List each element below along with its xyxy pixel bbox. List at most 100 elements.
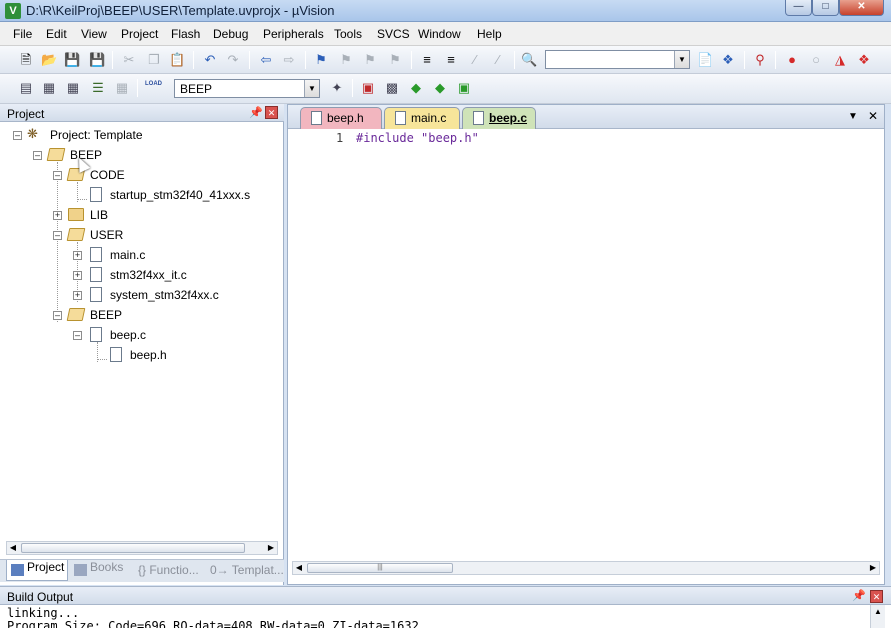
build-output-vertical-scrollbar[interactable]: ▲ xyxy=(870,605,885,628)
menu-debug[interactable]: Debug xyxy=(213,27,248,41)
menu-svcs[interactable]: SVCS xyxy=(377,27,410,41)
expand-icon[interactable]: + xyxy=(73,251,82,260)
code-editor[interactable]: 1 #include "beep.h" xyxy=(288,129,884,559)
disable-breakpoint-icon[interactable]: ○ xyxy=(808,52,824,68)
debug-session-icon[interactable]: ❖ xyxy=(720,52,736,68)
close-icon[interactable]: ✕ xyxy=(265,106,278,119)
chevron-down-icon[interactable]: ▼ xyxy=(304,80,319,97)
menu-flash[interactable]: Flash xyxy=(171,27,200,41)
collapse-icon[interactable]: – xyxy=(33,151,42,160)
copy-icon[interactable]: ❐ xyxy=(146,52,162,68)
manage-run-time-icon[interactable]: ◆ xyxy=(408,80,424,96)
pin-icon[interactable]: 📌 xyxy=(249,106,263,119)
target-select[interactable]: BEEP ▼ xyxy=(174,79,320,98)
tab-list-dropdown-icon[interactable]: ▼ xyxy=(848,111,858,122)
insert-breakpoint-icon[interactable]: ● xyxy=(784,52,800,68)
tree-node-file[interactable]: + main.c xyxy=(0,246,284,264)
batch-build-icon[interactable]: ☰ xyxy=(90,80,106,96)
tab-project[interactable]: Project xyxy=(6,560,68,581)
close-window-button[interactable]: ✕ xyxy=(839,0,884,16)
tab-functions[interactable]: {} Functio... xyxy=(134,560,206,581)
save-icon[interactable]: 💾 xyxy=(64,52,80,68)
menu-tools[interactable]: Tools xyxy=(334,27,362,41)
start-debug-icon[interactable]: ⚲ xyxy=(752,52,768,68)
paste-icon[interactable]: 📋 xyxy=(169,52,185,68)
tree-node-target[interactable]: – BEEP xyxy=(0,146,284,164)
disable-all-breakpoints-icon[interactable]: ◮ xyxy=(832,52,848,68)
tree-node-group[interactable]: – BEEP xyxy=(0,306,284,324)
collapse-icon[interactable]: – xyxy=(73,331,82,340)
collapse-icon[interactable]: – xyxy=(53,231,62,240)
tree-node-file[interactable]: beep.h xyxy=(0,346,284,364)
scroll-left-icon[interactable]: ◀ xyxy=(293,562,305,574)
prev-bookmark-icon[interactable]: ⚑ xyxy=(338,52,354,68)
build-icon[interactable]: ▦ xyxy=(41,80,57,96)
tree-node-group[interactable]: – CODE xyxy=(0,166,284,184)
scroll-thumb[interactable]: ||| xyxy=(307,563,453,573)
navigate-forward-icon[interactable]: ⇨ xyxy=(281,52,297,68)
tree-node-file[interactable]: + system_stm32f4xx.c xyxy=(0,286,284,304)
menu-help[interactable]: Help xyxy=(477,27,502,41)
tree-node-project[interactable]: – ❋ Project: Template xyxy=(0,126,284,144)
manage-multi-project-icon[interactable]: ▩ xyxy=(384,80,400,96)
collapse-icon[interactable]: – xyxy=(53,311,62,320)
tab-beep-c[interactable]: beep.c xyxy=(462,107,536,129)
scroll-left-icon[interactable]: ◀ xyxy=(7,542,19,554)
minimize-button[interactable]: — xyxy=(785,0,812,16)
kill-all-breakpoints-icon[interactable]: ❖ xyxy=(856,52,872,68)
incremental-find-icon[interactable]: 📄 xyxy=(697,52,713,68)
pin-icon[interactable]: 📌 xyxy=(852,589,866,602)
close-tab-icon[interactable]: ✕ xyxy=(868,109,878,123)
save-all-icon[interactable]: 💾 xyxy=(89,52,105,68)
build-output-body[interactable]: linking... Program Size: Code=696 RO-dat… xyxy=(0,605,891,628)
expand-icon[interactable]: + xyxy=(53,211,62,220)
rebuild-icon[interactable]: ▦ xyxy=(65,80,81,96)
cut-icon[interactable]: ✂ xyxy=(121,52,137,68)
indent-icon[interactable]: ≡ xyxy=(419,52,435,68)
new-file-icon[interactable]: 🗎 xyxy=(18,52,34,68)
code-line[interactable]: #include "beep.h" xyxy=(356,131,479,145)
comment-icon[interactable]: ⁄ xyxy=(467,52,483,68)
manage-project-items-icon[interactable]: ▣ xyxy=(360,80,376,96)
next-bookmark-icon[interactable]: ⚑ xyxy=(362,52,378,68)
pack-installer-icon[interactable]: ▣ xyxy=(456,80,472,96)
redo-icon[interactable]: ↷ xyxy=(225,52,241,68)
undo-icon[interactable]: ↶ xyxy=(202,52,218,68)
unindent-icon[interactable]: ≡ xyxy=(443,52,459,68)
scroll-thumb[interactable] xyxy=(21,543,245,553)
menu-view[interactable]: View xyxy=(81,27,107,41)
stop-build-icon[interactable]: ▦ xyxy=(114,80,130,96)
tree-node-file[interactable]: startup_stm32f40_41xxx.s xyxy=(0,186,284,204)
tab-main-c[interactable]: main.c xyxy=(384,107,460,129)
select-packs-icon[interactable]: ◆ xyxy=(432,80,448,96)
open-folder-icon[interactable]: 📂 xyxy=(41,52,57,68)
tab-books[interactable]: Books xyxy=(70,560,130,581)
find-in-files-icon[interactable]: 🔍 xyxy=(521,52,537,68)
scroll-right-icon[interactable]: ▶ xyxy=(265,542,277,554)
menu-file[interactable]: File xyxy=(13,27,32,41)
menu-edit[interactable]: Edit xyxy=(46,27,67,41)
tree-node-file[interactable]: + stm32f4xx_it.c xyxy=(0,266,284,284)
scroll-right-icon[interactable]: ▶ xyxy=(867,562,879,574)
expand-icon[interactable]: + xyxy=(73,291,82,300)
menu-project[interactable]: Project xyxy=(121,27,158,41)
tree-node-group[interactable]: – USER xyxy=(0,226,284,244)
bookmark-icon[interactable]: ⚑ xyxy=(313,52,329,68)
scroll-up-icon[interactable]: ▲ xyxy=(872,606,884,618)
tree-node-file[interactable]: – beep.c xyxy=(0,326,284,344)
chevron-down-icon[interactable]: ▼ xyxy=(674,51,689,68)
target-options-icon[interactable]: ✦ xyxy=(329,80,345,96)
uncomment-icon[interactable]: ⁄ xyxy=(490,52,506,68)
find-combo[interactable]: ▼ xyxy=(545,50,690,69)
tab-templates[interactable]: 0→ Templat... xyxy=(208,560,284,581)
navigate-back-icon[interactable]: ⇦ xyxy=(258,52,274,68)
collapse-icon[interactable]: – xyxy=(53,171,62,180)
editor-horizontal-scrollbar[interactable]: ◀ ||| ▶ xyxy=(292,561,880,575)
clear-bookmarks-icon[interactable]: ⚑ xyxy=(387,52,403,68)
download-load-icon[interactable]: LOAD xyxy=(145,80,162,96)
collapse-icon[interactable]: – xyxy=(13,131,22,140)
tree-node-group[interactable]: + LIB xyxy=(0,206,284,224)
menu-window[interactable]: Window xyxy=(418,27,461,41)
close-icon[interactable]: ✕ xyxy=(870,590,883,603)
translate-icon[interactable]: ▤ xyxy=(18,80,34,96)
